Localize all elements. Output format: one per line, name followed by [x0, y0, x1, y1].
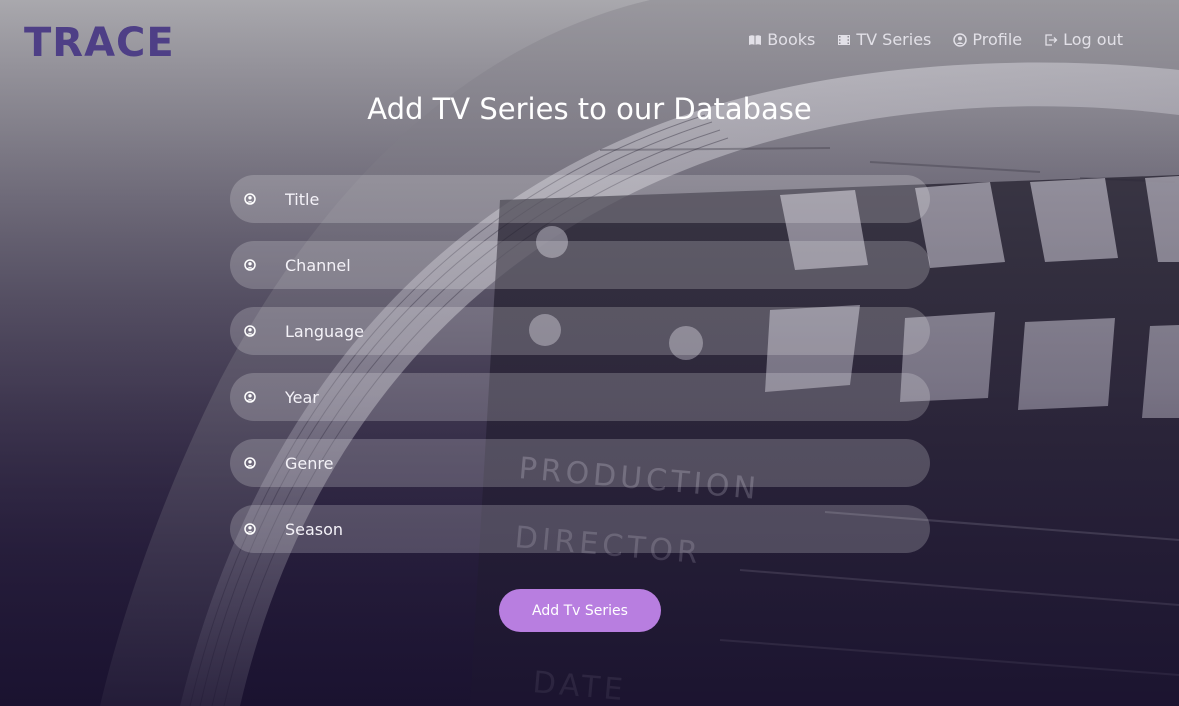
- genre-field-wrapper: [230, 439, 930, 487]
- book-icon: [748, 33, 762, 47]
- nav-books[interactable]: Books: [748, 30, 815, 49]
- top-navigation: Books TV Series Profile Log out: [748, 30, 1123, 49]
- page-title: Add TV Series to our Database: [367, 92, 812, 126]
- year-input[interactable]: [230, 373, 930, 421]
- title-input[interactable]: [230, 175, 930, 223]
- channel-field-wrapper: [230, 241, 930, 289]
- logout-icon: [1044, 33, 1058, 47]
- trace-logo[interactable]: TRACE: [24, 18, 174, 64]
- season-field-wrapper: [230, 505, 930, 553]
- title-field-wrapper: [230, 175, 930, 223]
- year-field-wrapper: [230, 373, 930, 421]
- nav-logout-label: Log out: [1063, 30, 1123, 49]
- logo-text: TRACE: [24, 20, 174, 64]
- language-field-wrapper: [230, 307, 930, 355]
- season-input[interactable]: [230, 505, 930, 553]
- user-icon: [953, 32, 968, 47]
- nav-books-label: Books: [767, 30, 816, 49]
- nav-profile[interactable]: Profile: [953, 30, 1022, 49]
- nav-tv-series-label: TV Series: [856, 30, 932, 49]
- genre-input[interactable]: [230, 439, 930, 487]
- nav-logout[interactable]: Log out: [1044, 30, 1123, 49]
- nav-tv-series[interactable]: TV Series: [837, 30, 931, 49]
- add-tv-series-button[interactable]: Add Tv Series: [499, 589, 661, 632]
- language-input[interactable]: [230, 307, 930, 355]
- add-tv-series-form: [230, 175, 930, 571]
- channel-input[interactable]: [230, 241, 930, 289]
- film-icon: [837, 33, 851, 47]
- nav-profile-label: Profile: [972, 30, 1023, 49]
